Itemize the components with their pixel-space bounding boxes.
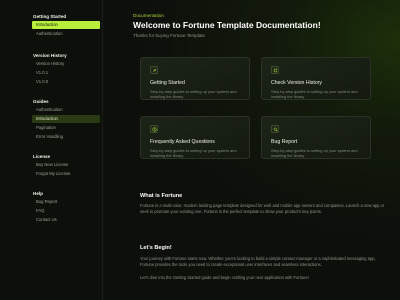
rocket-icon bbox=[150, 66, 158, 74]
card-title: Frequently Asked Questions bbox=[150, 139, 215, 145]
documentation-page: Getting Started Introduction Authenticat… bbox=[0, 0, 400, 300]
sidebar-item-contact-us[interactable]: Contact Us bbox=[33, 216, 103, 224]
sidebar-item-buy-new-license[interactable]: Buy New License bbox=[33, 161, 103, 169]
card-description: Step-by-step guides to setting up your s… bbox=[150, 89, 237, 100]
refresh-icon bbox=[271, 66, 279, 74]
card-getting-started[interactable]: Getting Started Step-by-step guides to s… bbox=[140, 57, 250, 100]
breadcrumb[interactable]: Documentation bbox=[133, 13, 164, 18]
sidebar-item-v101[interactable]: V1.0.1 bbox=[33, 69, 103, 77]
card-title: Bug Report bbox=[271, 139, 298, 145]
card-title: Getting Started bbox=[150, 80, 185, 86]
main-content: Documentation Welcome to Fortune Templat… bbox=[133, 0, 393, 300]
sidebar-group-title: Guides bbox=[33, 99, 49, 104]
card-description: Step-by-step guides to setting up your s… bbox=[271, 89, 358, 100]
sidebar-group-title: License bbox=[33, 154, 51, 159]
sidebar-item-authentication[interactable]: Authentication bbox=[33, 30, 103, 38]
sidebar-group-title: Getting Started bbox=[33, 14, 67, 19]
sidebar-group-license: License Buy New License Forgot My Licens… bbox=[33, 153, 103, 178]
sidebar-item-v100[interactable]: V1.0.0 bbox=[33, 78, 103, 86]
card-version-history[interactable]: Check Version History Step-by-step guide… bbox=[261, 57, 371, 100]
sidebar-group-help: Help Bug Report FAQ Contact Us bbox=[33, 190, 103, 224]
sidebar-group-getting-started: Getting Started Introduction Authenticat… bbox=[32, 13, 103, 38]
sidebar-item-guides-introduction[interactable]: Introduction bbox=[32, 115, 100, 123]
section-text-lets-begin: Your journey with Fortune starts now. Wh… bbox=[140, 256, 376, 267]
section-text-what-is: Fortune is a multi-color, modern landing… bbox=[140, 203, 385, 214]
card-description: Step-by-step guides to setting up your s… bbox=[271, 148, 358, 159]
sidebar-group-title: Help bbox=[33, 191, 43, 196]
sidebar-item-introduction[interactable]: Introduction bbox=[32, 21, 100, 29]
sidebar-item-pagination[interactable]: Pagination bbox=[33, 124, 103, 132]
card-bug-report[interactable]: Bug Report Step-by-step guides to settin… bbox=[261, 116, 371, 159]
sidebar-item-version-history[interactable]: Version History bbox=[33, 60, 103, 68]
card-faq[interactable]: Frequently Asked Questions Step-by-step … bbox=[140, 116, 250, 159]
card-title: Check Version History bbox=[271, 80, 323, 86]
sidebar-group-version-history: Version History Version History V1.0.1 V… bbox=[33, 52, 103, 86]
sidebar-item-guides-authentication[interactable]: Authentication bbox=[33, 106, 103, 114]
card-description: Step-by-step guides to setting up your s… bbox=[150, 148, 237, 159]
sidebar: Getting Started Introduction Authenticat… bbox=[0, 0, 103, 300]
sidebar-item-forgot-license[interactable]: Forgot My License bbox=[33, 170, 103, 178]
section-text-lets-begin-cta: Let's dive into the Getting Started guid… bbox=[140, 275, 309, 280]
sidebar-group-title: Version History bbox=[33, 53, 67, 58]
section-heading-what-is: What is Fortune bbox=[140, 193, 183, 199]
question-icon bbox=[150, 125, 158, 133]
sidebar-item-faq[interactable]: FAQ bbox=[33, 207, 103, 215]
bug-search-icon bbox=[271, 125, 279, 133]
page-title: Welcome to Fortune Template Documentatio… bbox=[133, 20, 321, 30]
sidebar-group-guides: Guides Authentication Introduction Pagin… bbox=[32, 98, 103, 141]
sidebar-item-bug-report[interactable]: Bug Report bbox=[33, 198, 103, 206]
sidebar-item-error-handling[interactable]: Error Handling bbox=[33, 133, 103, 141]
section-heading-lets-begin: Let's Begin! bbox=[140, 245, 172, 251]
page-subtitle: Thanks for buying Fortune Template bbox=[133, 33, 205, 38]
